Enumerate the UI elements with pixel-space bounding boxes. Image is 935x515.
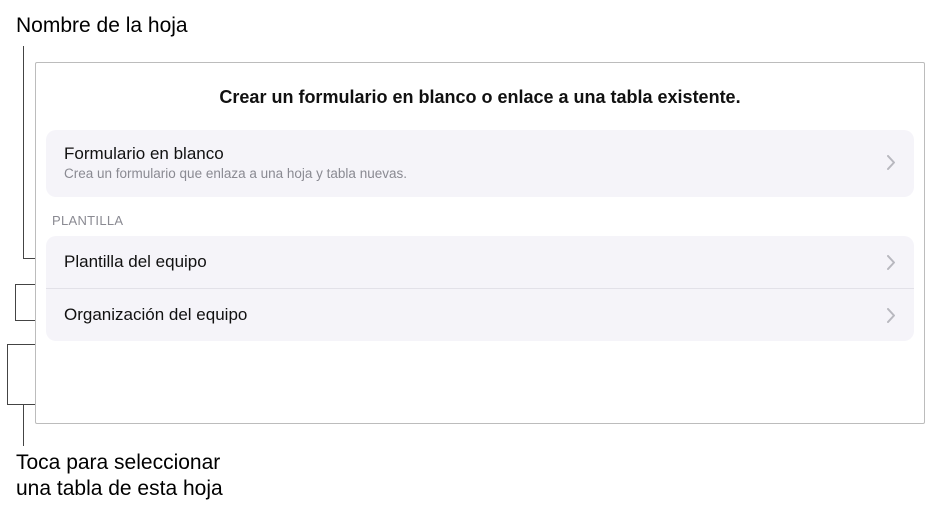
form-setup-panel: Crear un formulario en blanco o enlace a…: [35, 62, 925, 424]
callout-line: [7, 344, 8, 404]
callout-line: [7, 344, 35, 345]
chevron-right-icon: [887, 155, 896, 170]
callout-line: [7, 404, 35, 405]
callout-line: [15, 320, 35, 321]
section-label-sheet: PLANTILLA: [36, 197, 924, 236]
callout-line: [15, 284, 16, 320]
blank-form-button[interactable]: Formulario en blanco Crea un formulario …: [46, 130, 914, 197]
callout-sheet-name: Nombre de la hoja: [16, 14, 188, 38]
callout-line: [23, 404, 24, 446]
chevron-right-icon: [887, 308, 896, 323]
table-row[interactable]: Organización del equipo: [46, 288, 914, 341]
blank-form-subtitle: Crea un formulario que enlaza a una hoja…: [64, 166, 407, 181]
callout-line: [23, 258, 35, 259]
blank-form-title: Formulario en blanco: [64, 144, 407, 164]
callout-select-table: Toca para seleccionar una tabla de esta …: [16, 450, 223, 503]
table-row-label: Organización del equipo: [64, 305, 247, 325]
callout-line: [23, 46, 24, 258]
panel-title: Crear un formulario en blanco o enlace a…: [36, 63, 924, 130]
blank-form-list: Formulario en blanco Crea un formulario …: [46, 130, 914, 197]
tables-list: Plantilla del equipo Organización del eq…: [46, 236, 914, 341]
callout-line: [15, 284, 35, 285]
table-row[interactable]: Plantilla del equipo: [46, 236, 914, 288]
chevron-right-icon: [887, 255, 896, 270]
table-row-label: Plantilla del equipo: [64, 252, 207, 272]
